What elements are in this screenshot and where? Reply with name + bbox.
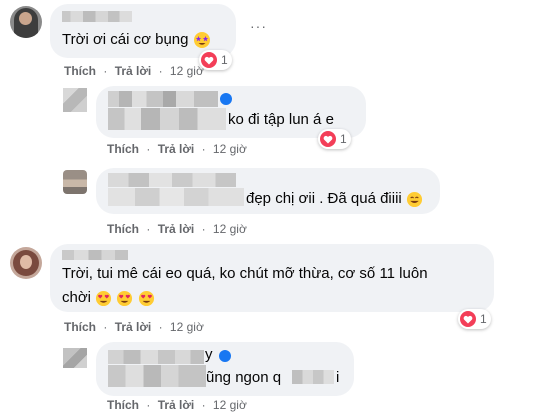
heart-reaction-icon: [320, 131, 336, 147]
comment-actions: Thích · Trả lời · 12 giờ: [107, 222, 247, 236]
reply-button[interactable]: Trả lời: [115, 64, 152, 78]
commenter-avatar[interactable]: [63, 348, 87, 368]
like-button[interactable]: Thích: [107, 222, 139, 236]
like-button[interactable]: Thích: [64, 64, 96, 78]
blurred-commenter-name[interactable]: [108, 350, 204, 364]
timestamp[interactable]: 12 giờ: [170, 320, 204, 334]
blurred-commenter-name[interactable]: [108, 91, 218, 107]
timestamp[interactable]: 12 giờ: [213, 222, 247, 236]
comment-text: Trời ơi cái cơ bụng: [62, 30, 211, 50]
blurred-text: [108, 108, 226, 130]
blurred-commenter-name[interactable]: [62, 11, 132, 22]
reply-button[interactable]: Trả lời: [158, 222, 195, 236]
reaction-count-badge[interactable]: 1: [318, 129, 351, 149]
reaction-count: 1: [480, 312, 487, 326]
reply-button[interactable]: Trả lời: [115, 320, 152, 334]
blurred-text: [292, 370, 334, 384]
comment-actions: Thích · Trả lời · 12 giờ: [64, 320, 204, 334]
blurred-text: [108, 188, 244, 206]
heart-reaction-icon: [460, 311, 476, 327]
timestamp[interactable]: 12 giờ: [170, 64, 204, 78]
like-button[interactable]: Thích: [107, 398, 139, 412]
reaction-count: 1: [340, 132, 347, 146]
comment-actions: Thích · Trả lời · 12 giờ: [64, 64, 204, 78]
reaction-count: 1: [221, 53, 228, 67]
reply-button[interactable]: Trả lời: [158, 142, 195, 156]
heart-eyes-emoji-icon: [117, 290, 133, 306]
reply-button[interactable]: Trả lời: [158, 398, 195, 412]
comment-actions: Thích · Trả lời · 12 giờ: [107, 398, 247, 412]
comment-text: đẹp chị ơii . Đã quá điiii: [246, 189, 423, 209]
commenter-avatar[interactable]: [63, 88, 87, 112]
comment-text-end: i: [336, 369, 340, 386]
more-options-button[interactable]: ···: [250, 18, 267, 34]
like-button[interactable]: Thích: [64, 320, 96, 334]
heart-eyes-emoji-icon: [138, 290, 154, 306]
commenter-avatar[interactable]: [63, 170, 87, 194]
commenter-avatar[interactable]: [10, 6, 42, 38]
verified-badge-icon: [220, 93, 232, 105]
star-struck-emoji-icon: [193, 32, 210, 49]
commenter-name-fragment: y: [205, 346, 213, 363]
reaction-count-badge[interactable]: 1: [458, 309, 491, 329]
comment-text-line2: chời: [62, 288, 155, 308]
heart-eyes-emoji-icon: [96, 290, 112, 306]
comment-actions: Thích · Trả lời · 12 giờ: [107, 142, 247, 156]
blurred-commenter-name[interactable]: [62, 250, 128, 260]
timestamp[interactable]: 12 giờ: [213, 398, 247, 412]
like-button[interactable]: Thích: [107, 142, 139, 156]
timestamp[interactable]: 12 giờ: [213, 142, 247, 156]
comment-text: ko đi tập lun á e: [228, 111, 334, 128]
comment-text: Trời, tui mê cái eo quá, ko chút mỡ thừa…: [62, 265, 428, 282]
commenter-avatar[interactable]: [10, 247, 42, 279]
blurred-commenter-name[interactable]: [108, 173, 236, 187]
grinning-emoji-icon: [406, 191, 422, 207]
blurred-text: [108, 365, 206, 387]
comment-text: ũng ngon q: [206, 369, 282, 386]
verified-badge-icon: [219, 350, 231, 362]
